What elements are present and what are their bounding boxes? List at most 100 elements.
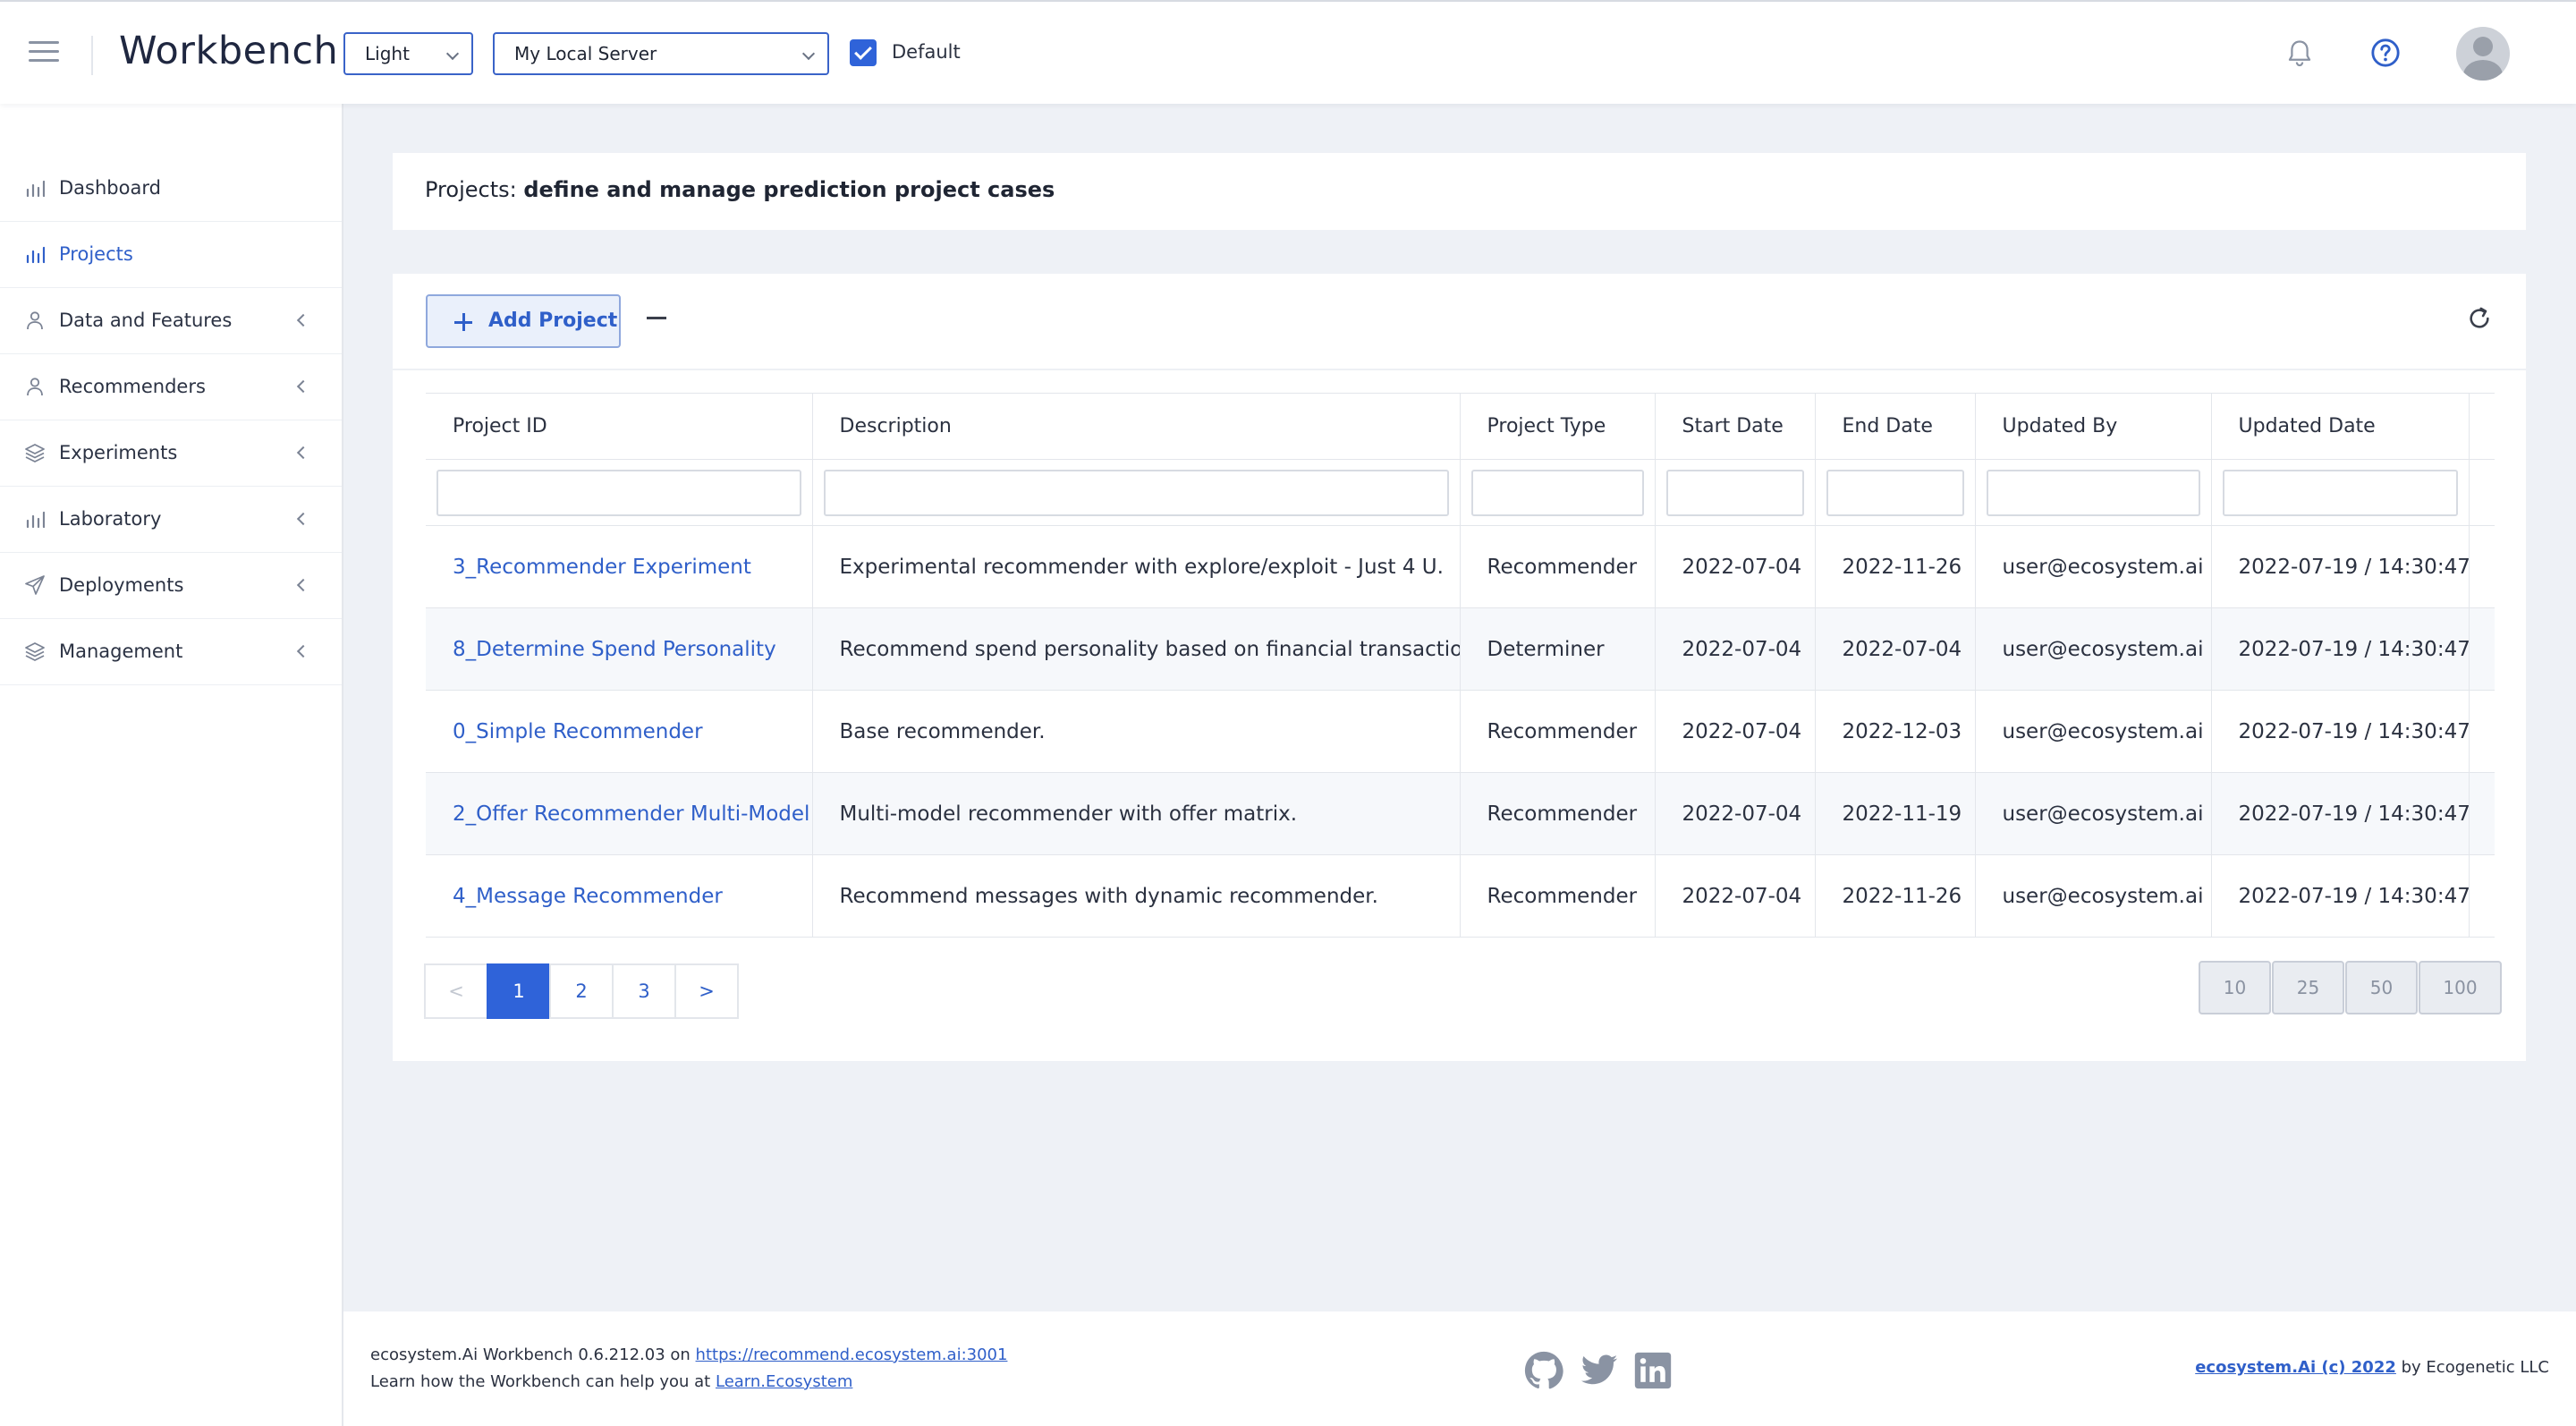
column-header-start-date[interactable]: Start Date <box>1655 393 1816 460</box>
filter-updated-by-input[interactable] <box>1986 469 2200 516</box>
extra-cell <box>2469 772 2495 855</box>
github-icon[interactable] <box>1524 1351 1563 1390</box>
column-header-project-id[interactable]: Project ID <box>426 393 813 460</box>
server-select-value: My Local Server <box>514 43 657 64</box>
page-size-50-button[interactable]: 50 <box>2345 961 2418 1014</box>
project-type-cell: Recommender <box>1460 854 1656 938</box>
chevron-left-icon <box>296 512 310 526</box>
page-size-25-button[interactable]: 25 <box>2272 961 2344 1014</box>
project-id-cell: 8_Determine Spend Personality <box>426 607 813 691</box>
end-date-cell: 2022-11-19 <box>1815 772 1976 855</box>
column-header-description[interactable]: Description <box>812 393 1461 460</box>
chevron-left-icon <box>296 644 310 658</box>
filter-updated-date-input[interactable] <box>2222 469 2458 516</box>
start-date-cell: 2022-07-04 <box>1655 854 1816 938</box>
project-type-cell: Recommender <box>1460 772 1656 855</box>
end-date-cell: 2022-11-26 <box>1815 854 1976 938</box>
linkedin-icon[interactable] <box>1633 1351 1673 1390</box>
sidebar-item-experiments[interactable]: Experiments <box>0 420 342 487</box>
table-header-row: Project ID Description Project Type Star… <box>426 393 2495 460</box>
page-title-card: Projects: define and manage prediction p… <box>393 153 2526 230</box>
sidebar: Dashboard Projects Data and Features Rec… <box>0 104 343 1426</box>
minus-icon[interactable] <box>647 317 666 319</box>
chevron-left-icon <box>296 379 310 394</box>
column-header-end-date[interactable]: End Date <box>1815 393 1976 460</box>
extra-cell <box>2469 854 2495 938</box>
next-page-button[interactable]: > <box>674 963 739 1019</box>
bell-icon[interactable] <box>2286 39 2313 68</box>
page-size-100-button[interactable]: 100 <box>2419 961 2502 1014</box>
page-size-10-button[interactable]: 10 <box>2199 961 2271 1014</box>
sidebar-item-management[interactable]: Management <box>0 619 342 685</box>
filter-cell-extra <box>2469 459 2495 526</box>
layers-icon <box>25 642 45 661</box>
updated-date-cell: 2022-07-19 / 14:30:47 <box>2211 525 2470 608</box>
filter-cell <box>812 459 1461 526</box>
sidebar-item-dashboard[interactable]: Dashboard <box>0 156 342 222</box>
project-type-cell: Determiner <box>1460 607 1656 691</box>
column-header-updated-date[interactable]: Updated Date <box>2211 393 2470 460</box>
table-row: 8_Determine Spend Personality Recommend … <box>426 607 2495 691</box>
theme-select[interactable]: Light <box>343 32 473 75</box>
default-checkbox[interactable] <box>850 39 877 66</box>
add-project-button[interactable]: Add Project <box>426 294 621 348</box>
project-id-cell: 2_Offer Recommender Multi-Model <box>426 772 813 855</box>
filter-cell <box>1655 459 1816 526</box>
page-button-2[interactable]: 2 <box>549 963 614 1019</box>
sidebar-item-laboratory[interactable]: Laboratory <box>0 487 342 553</box>
footer-learn: Learn how the Workbench can help you at … <box>370 1372 852 1391</box>
updated-date-cell: 2022-07-19 / 14:30:47 <box>2211 772 2470 855</box>
user-avatar[interactable] <box>2456 27 2510 81</box>
help-icon[interactable] <box>2370 38 2401 68</box>
column-header-updated-by[interactable]: Updated By <box>1975 393 2212 460</box>
sidebar-item-data-and-features[interactable]: Data and Features <box>0 288 342 354</box>
filter-cell <box>1815 459 1976 526</box>
sidebar-item-deployments[interactable]: Deployments <box>0 553 342 619</box>
copyright-link[interactable]: ecosystem.Ai (c) 2022 <box>2195 1358 2396 1377</box>
start-date-cell: 2022-07-04 <box>1655 607 1816 691</box>
page-button-3[interactable]: 3 <box>612 963 676 1019</box>
column-header-project-type[interactable]: Project Type <box>1460 393 1656 460</box>
project-link[interactable]: 3_Recommender Experiment <box>453 556 751 579</box>
project-link[interactable]: 0_Simple Recommender <box>453 720 703 743</box>
extra-cell <box>2469 607 2495 691</box>
user-icon <box>27 378 43 396</box>
column-header-extra <box>2469 393 2495 460</box>
pagination: < 1 2 3 > <box>424 963 739 1019</box>
page-button-1[interactable]: 1 <box>487 963 551 1019</box>
learn-ecosystem-link[interactable]: Learn.Ecosystem <box>716 1372 852 1391</box>
end-date-cell: 2022-12-03 <box>1815 690 1976 773</box>
table-row: 4_Message Recommender Recommend messages… <box>426 854 2495 938</box>
filter-project-type-input[interactable] <box>1470 469 1644 516</box>
sidebar-item-label: Deployments <box>59 574 184 596</box>
server-url-link[interactable]: https://recommend.ecosystem.ai:3001 <box>696 1345 1008 1364</box>
project-link[interactable]: 2_Offer Recommender Multi-Model <box>453 802 809 826</box>
hamburger-menu-icon[interactable] <box>29 41 59 64</box>
filter-cell <box>426 459 813 526</box>
bar-chart-icon <box>26 246 45 264</box>
projects-card: Add Project Project ID Description Proje… <box>393 274 2526 1061</box>
prev-page-button[interactable]: < <box>424 963 488 1019</box>
filter-project-id-input[interactable] <box>436 469 801 516</box>
filter-end-date-input[interactable] <box>1826 469 1964 516</box>
filter-description-input[interactable] <box>823 469 1449 516</box>
sidebar-item-label: Management <box>59 641 183 662</box>
twitter-icon[interactable] <box>1580 1351 1619 1390</box>
sidebar-item-projects[interactable]: Projects <box>0 222 342 288</box>
description-cell: Recommend spend personality based on fin… <box>812 607 1461 691</box>
sidebar-item-label: Projects <box>59 243 133 265</box>
start-date-cell: 2022-07-04 <box>1655 690 1816 773</box>
filter-start-date-input[interactable] <box>1665 469 1804 516</box>
sidebar-item-recommenders[interactable]: Recommenders <box>0 354 342 420</box>
project-link[interactable]: 4_Message Recommender <box>453 885 723 908</box>
footer-version: ecosystem.Ai Workbench 0.6.212.03 on htt… <box>370 1345 1007 1364</box>
sidebar-item-label: Dashboard <box>59 177 161 199</box>
description-cell: Multi-model recommender with offer matri… <box>812 772 1461 855</box>
refresh-icon[interactable] <box>2467 306 2492 331</box>
bar-chart-icon <box>26 180 45 198</box>
updated-date-cell: 2022-07-19 / 14:30:47 <box>2211 854 2470 938</box>
server-select[interactable]: My Local Server <box>493 32 829 75</box>
end-date-cell: 2022-07-04 <box>1815 607 1976 691</box>
project-link[interactable]: 8_Determine Spend Personality <box>453 638 776 661</box>
page-title-prefix: Projects: <box>425 177 517 202</box>
